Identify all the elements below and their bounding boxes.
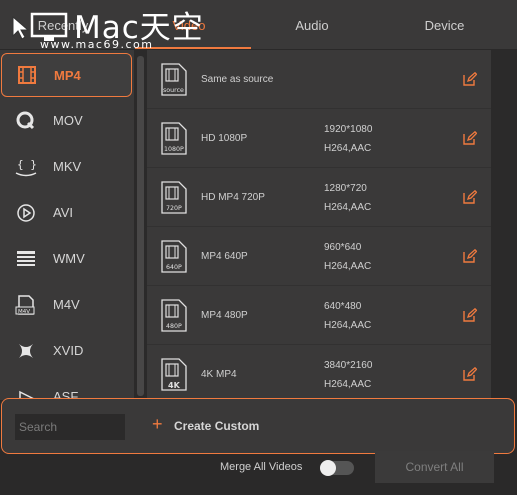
preset-codec: H264,AAC xyxy=(324,261,372,272)
tab-bar: Recently Video Audio Device xyxy=(0,0,517,50)
svg-text:M4V: M4V xyxy=(18,309,30,315)
preset-scroll-track xyxy=(491,50,517,400)
preset-codec: H264,AAC xyxy=(324,320,372,331)
preset-name: Same as source xyxy=(201,74,274,85)
format-list: MP4 MOV { } MKV AVI WMV M4V M4V XVID ASF xyxy=(0,50,134,400)
play-circle-icon xyxy=(14,202,38,224)
merge-label: Merge All Videos xyxy=(220,461,303,473)
create-custom-label: Create Custom xyxy=(174,419,260,433)
preset-row[interactable]: 720P HD MP4 720P 1280*720 H264,AAC xyxy=(147,168,491,227)
format-scrollbar[interactable] xyxy=(137,56,144,396)
format-label: MP4 xyxy=(54,68,81,83)
video-file-icon: 480P xyxy=(161,299,187,332)
edit-icon[interactable] xyxy=(463,72,477,86)
video-file-icon: 1080P xyxy=(161,122,187,155)
edit-icon[interactable] xyxy=(463,249,477,263)
format-item-wmv[interactable]: WMV xyxy=(0,236,134,282)
film-icon xyxy=(15,65,39,87)
format-item-m4v[interactable]: M4V M4V xyxy=(0,282,134,328)
preset-resolution: 640*480 xyxy=(324,301,362,312)
format-label: AVI xyxy=(53,205,73,220)
footer: Merge All Videos Convert All xyxy=(0,451,517,495)
format-label: WMV xyxy=(53,251,85,266)
preset-row[interactable]: source Same as source xyxy=(147,50,491,109)
merge-toggle[interactable] xyxy=(320,460,354,476)
svg-text:{ }: { } xyxy=(17,158,37,171)
format-label: M4V xyxy=(53,297,80,312)
format-label: XVID xyxy=(53,343,84,358)
preset-row[interactable]: 480P MP4 480P 640*480 H264,AAC xyxy=(147,286,491,345)
edit-icon[interactable] xyxy=(463,131,477,145)
video-file-icon: 720P xyxy=(161,181,187,214)
preset-codec: H264,AAC xyxy=(324,379,372,390)
video-file-icon: 4K xyxy=(161,358,187,391)
format-item-mov[interactable]: MOV xyxy=(0,98,134,144)
preset-resolution: 1280*720 xyxy=(324,183,367,194)
format-label: MKV xyxy=(53,159,82,174)
preset-resolution: 960*640 xyxy=(324,242,362,253)
active-tab-indicator xyxy=(135,47,251,49)
preset-list: source Same as source 1080P HD 1080P 192… xyxy=(147,50,491,404)
edit-icon[interactable] xyxy=(463,190,477,204)
tab-video[interactable]: Video xyxy=(126,0,252,50)
preset-resolution: 1920*1080 xyxy=(324,124,373,135)
convert-all-button[interactable]: Convert All xyxy=(375,451,494,483)
plus-icon: + xyxy=(152,414,163,434)
preset-badge: 4K xyxy=(168,381,181,390)
preset-badge: 640P xyxy=(166,264,182,271)
format-item-avi[interactable]: AVI xyxy=(0,190,134,236)
search-input[interactable] xyxy=(15,414,125,440)
preset-name: MP4 640P xyxy=(201,251,248,262)
custom-bar: + Create Custom xyxy=(1,398,515,454)
preset-row[interactable]: 640P MP4 640P 960*640 H264,AAC xyxy=(147,227,491,286)
preset-badge: 1080P xyxy=(164,146,184,153)
format-item-asf[interactable]: ASF xyxy=(0,374,134,400)
preset-name: MP4 480P xyxy=(201,310,248,321)
preset-codec: H264,AAC xyxy=(324,143,372,154)
preset-name: 4K MP4 xyxy=(201,369,237,380)
format-item-mkv[interactable]: { } MKV xyxy=(0,144,134,190)
video-file-icon: source xyxy=(161,63,187,96)
wmv-icon xyxy=(14,248,38,270)
preset-badge: 720P xyxy=(166,205,182,212)
video-file-icon: 640P xyxy=(161,240,187,273)
xvid-icon xyxy=(14,340,38,362)
quicktime-icon xyxy=(14,110,38,132)
preset-row[interactable]: 4K 4K MP4 3840*2160 H264,AAC xyxy=(147,345,491,404)
preset-badge: source xyxy=(163,87,184,94)
preset-codec: H264,AAC xyxy=(324,202,372,213)
tab-recently[interactable]: Recently xyxy=(0,0,126,50)
tab-audio[interactable]: Audio xyxy=(252,0,372,50)
format-label: MOV xyxy=(53,113,83,128)
format-item-xvid[interactable]: XVID xyxy=(0,328,134,374)
edit-icon[interactable] xyxy=(463,308,477,322)
toggle-knob xyxy=(320,460,336,476)
preset-name: HD MP4 720P xyxy=(201,192,265,203)
preset-row[interactable]: 1080P HD 1080P 1920*1080 H264,AAC xyxy=(147,109,491,168)
m4v-icon: M4V xyxy=(14,294,38,316)
preset-badge: 480P xyxy=(166,323,182,330)
tab-device[interactable]: Device xyxy=(372,0,517,50)
mkv-icon: { } xyxy=(14,156,38,178)
preset-name: HD 1080P xyxy=(201,133,248,144)
edit-icon[interactable] xyxy=(463,367,477,381)
preset-resolution: 3840*2160 xyxy=(324,360,373,371)
format-item-mp4[interactable]: MP4 xyxy=(1,53,132,97)
